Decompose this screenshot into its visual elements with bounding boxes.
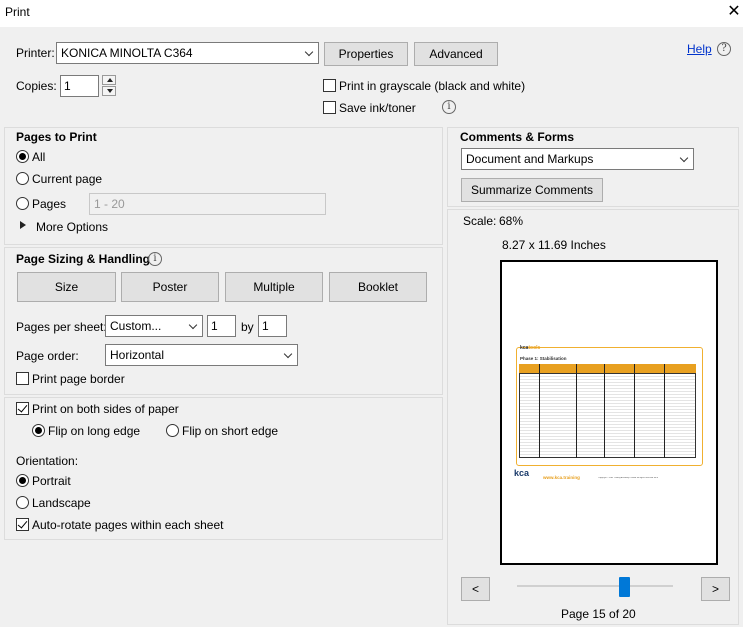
- next-page-button[interactable]: >: [701, 577, 730, 601]
- expand-triangle-icon[interactable]: [20, 221, 26, 229]
- chevron-down-icon: [302, 43, 318, 63]
- help-link[interactable]: Help: [687, 42, 712, 56]
- preview-doc-table: [519, 373, 696, 458]
- booklet-button[interactable]: Booklet: [329, 272, 427, 302]
- grayscale-checkbox[interactable]: [323, 79, 336, 92]
- info-icon[interactable]: i: [148, 252, 162, 266]
- pages-range-radio[interactable]: [16, 197, 29, 210]
- current-page-radio[interactable]: [16, 172, 29, 185]
- preview-doc-footer-url: www.kca.training: [543, 475, 580, 480]
- paper-size-label: 8.27 x 11.69 Inches: [502, 238, 606, 252]
- chevron-down-icon: [281, 345, 297, 365]
- current-page-label: Current page: [32, 172, 103, 186]
- advanced-button[interactable]: Advanced: [414, 42, 498, 66]
- landscape-radio[interactable]: [16, 496, 29, 509]
- scale-label: Scale:: [463, 214, 497, 228]
- close-icon[interactable]: ✕: [727, 3, 741, 21]
- all-pages-radio[interactable]: [16, 150, 29, 163]
- pages-range-input[interactable]: 1 - 20: [89, 193, 326, 215]
- pages-to-print-title: Pages to Print: [16, 130, 97, 144]
- more-options-link[interactable]: More Options: [36, 220, 108, 234]
- preview-doc-header-bar: [519, 364, 696, 373]
- orientation-label: Orientation:: [16, 454, 79, 468]
- page-order-select[interactable]: Horizontal: [105, 344, 298, 366]
- preview-doc-footer-copyright: Copyright © Kids' Coding Academy Limited…: [598, 477, 658, 479]
- preview-doc-col-divider: [576, 364, 577, 458]
- preview-doc-col-divider: [539, 364, 540, 458]
- auto-rotate-label: Auto-rotate pages within each sheet: [32, 518, 224, 532]
- print-border-checkbox[interactable]: [16, 372, 29, 385]
- comments-forms-title: Comments & Forms: [460, 130, 575, 144]
- page-slider-track[interactable]: [517, 585, 673, 587]
- prev-page-button[interactable]: <: [461, 577, 490, 601]
- comments-forms-select[interactable]: Document and Markups: [461, 148, 694, 170]
- preview-doc-col-divider: [664, 364, 665, 458]
- portrait-label: Portrait: [32, 474, 71, 488]
- pages-per-sheet-value: Custom...: [110, 319, 162, 333]
- short-edge-label: Flip on short edge: [182, 424, 279, 438]
- by-label: by: [241, 320, 254, 334]
- printer-select-value: KONICA MINOLTA C364: [61, 46, 193, 60]
- page-order-value: Horizontal: [110, 348, 165, 362]
- title-bar: [0, 0, 743, 27]
- pages-per-sheet-select[interactable]: Custom...: [105, 315, 203, 337]
- properties-button[interactable]: Properties: [324, 42, 408, 66]
- preview-doc-brand: kcatools: [520, 345, 541, 351]
- copies-input[interactable]: 1: [60, 75, 99, 97]
- copies-decrement-icon[interactable]: [102, 86, 116, 96]
- print-border-label: Print page border: [32, 372, 125, 386]
- chevron-down-icon: [677, 149, 693, 169]
- printer-select[interactable]: KONICA MINOLTA C364: [56, 42, 319, 64]
- info-icon[interactable]: i: [442, 100, 456, 114]
- chevron-down-icon: [186, 316, 202, 336]
- scale-value: 68%: [499, 214, 524, 228]
- long-edge-radio[interactable]: [32, 424, 45, 437]
- page-slider-thumb[interactable]: [618, 577, 630, 597]
- save-ink-checkbox[interactable]: [323, 101, 336, 114]
- preview-doc-col-divider: [634, 364, 635, 458]
- comments-forms-value: Document and Markups: [466, 152, 594, 166]
- auto-rotate-checkbox[interactable]: [16, 518, 29, 531]
- multiple-button[interactable]: Multiple: [225, 272, 323, 302]
- all-pages-label: All: [32, 150, 46, 164]
- help-question-icon[interactable]: ?: [717, 42, 731, 56]
- size-button[interactable]: Size: [17, 272, 116, 302]
- save-ink-label: Save ink/toner: [339, 101, 416, 115]
- copies-label: Copies:: [16, 79, 57, 93]
- both-sides-checkbox[interactable]: [16, 402, 29, 415]
- window-title: Print: [5, 5, 30, 19]
- printer-label: Printer:: [16, 46, 55, 60]
- short-edge-radio[interactable]: [166, 424, 179, 437]
- page-indicator: Page 15 of 20: [561, 607, 636, 621]
- landscape-label: Landscape: [32, 496, 91, 510]
- both-sides-label: Print on both sides of paper: [32, 402, 179, 416]
- preview-doc-heading: Phase 1: Stabilisation: [520, 356, 567, 361]
- page-sizing-title: Page Sizing & Handling: [16, 252, 151, 266]
- poster-button[interactable]: Poster: [121, 272, 219, 302]
- cols-input[interactable]: 1: [258, 315, 287, 337]
- preview-doc-footer-logo: kca: [514, 468, 530, 478]
- pages-per-sheet-label: Pages per sheet:: [16, 320, 107, 334]
- grayscale-label: Print in grayscale (black and white): [339, 79, 526, 93]
- copies-increment-icon[interactable]: [102, 75, 116, 85]
- pages-range-label: Pages: [32, 197, 67, 211]
- summarize-comments-button[interactable]: Summarize Comments: [461, 178, 603, 202]
- page-order-label: Page order:: [16, 349, 79, 363]
- preview-doc-col-divider: [604, 364, 605, 458]
- portrait-radio[interactable]: [16, 474, 29, 487]
- long-edge-label: Flip on long edge: [48, 424, 141, 438]
- rows-input[interactable]: 1: [207, 315, 236, 337]
